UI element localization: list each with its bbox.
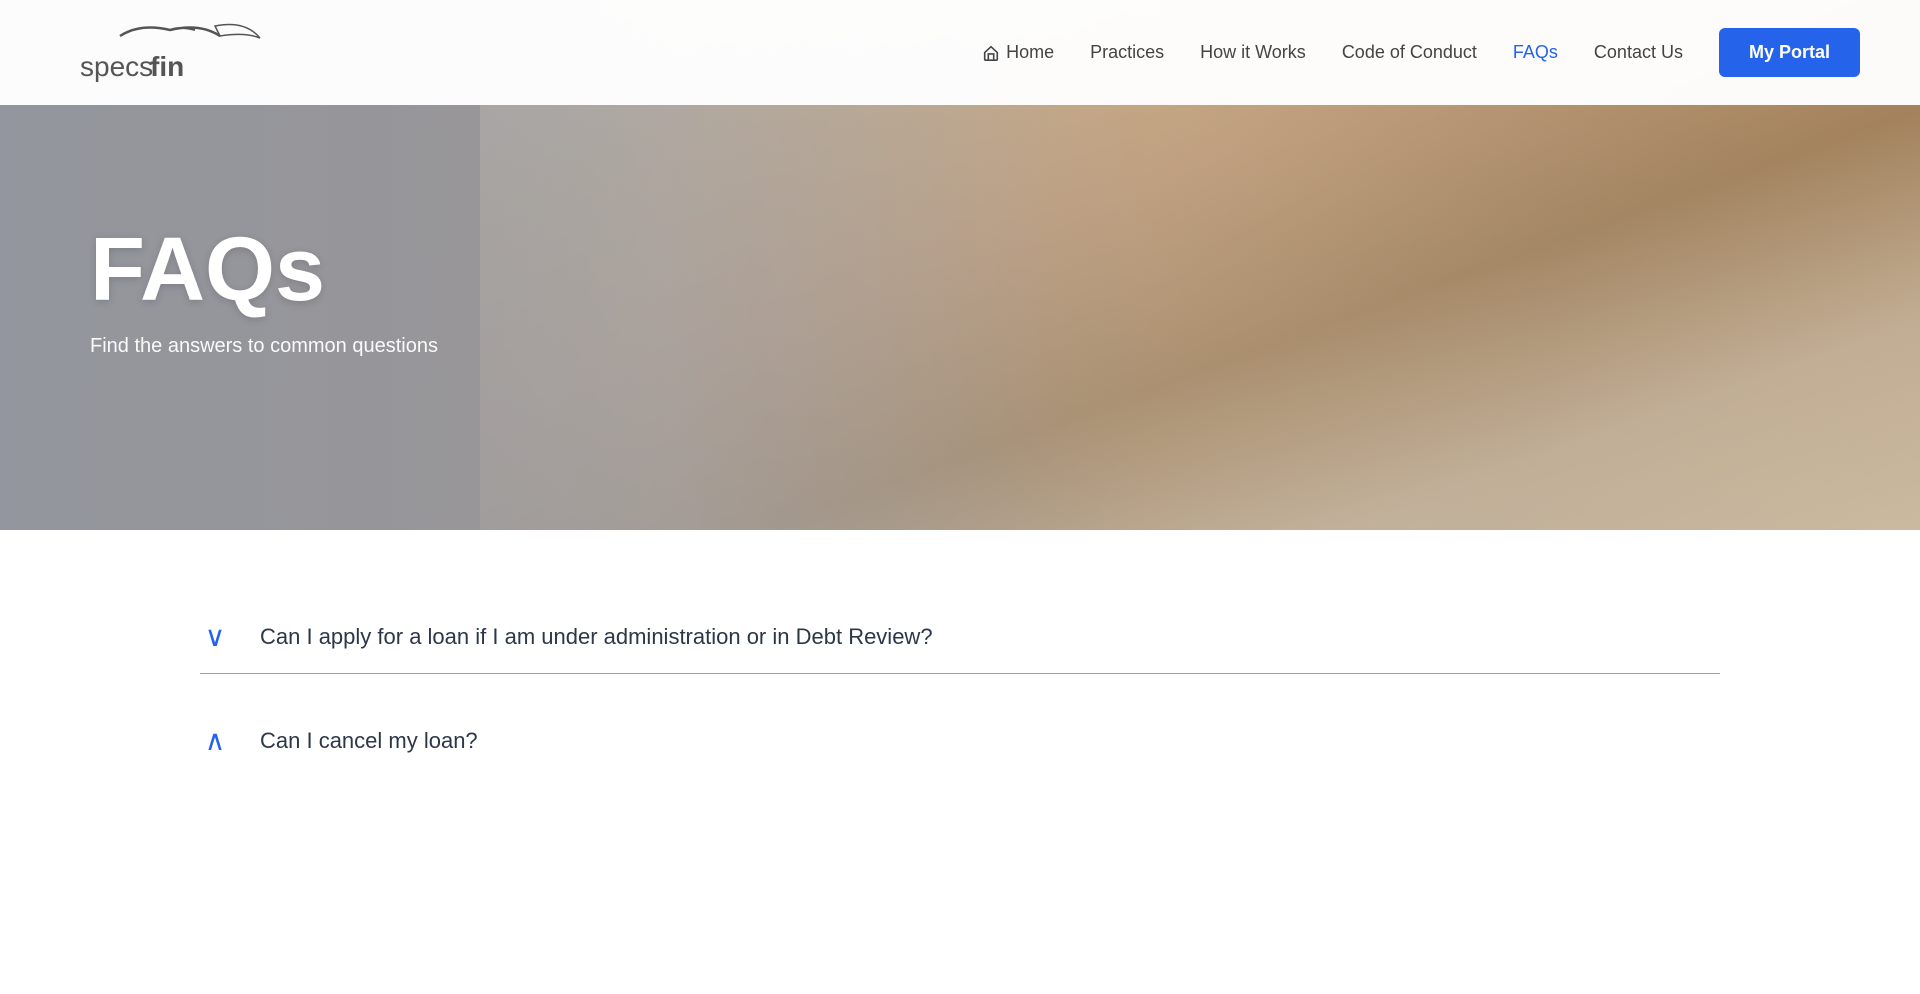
nav-link-practices[interactable]: Practices	[1090, 42, 1164, 62]
nav-item-contact-us[interactable]: Contact Us	[1594, 42, 1683, 63]
nav-item-code-of-conduct[interactable]: Code of Conduct	[1342, 42, 1477, 63]
my-portal-button[interactable]: My Portal	[1719, 28, 1860, 77]
nav-link-faqs[interactable]: FAQs	[1513, 42, 1558, 62]
nav-link-contact-us[interactable]: Contact Us	[1594, 42, 1683, 62]
faq-item-2: ∧ Can I cancel my loan?	[200, 694, 1720, 767]
nav-item-portal[interactable]: My Portal	[1719, 28, 1860, 77]
faq-item-1: ∨ Can I apply for a loan if I am under a…	[200, 590, 1720, 694]
faq-chevron-1: ∨	[200, 620, 230, 653]
nav-link-home[interactable]: Home	[982, 42, 1054, 63]
nav-link-how-it-works[interactable]: How it Works	[1200, 42, 1306, 62]
nav-link-code-of-conduct[interactable]: Code of Conduct	[1342, 42, 1477, 62]
faq-text-1: Can I apply for a loan if I am under adm…	[260, 624, 933, 650]
logo[interactable]: specs fin	[60, 18, 280, 88]
home-icon	[982, 44, 1000, 62]
nav-item-practices[interactable]: Practices	[1090, 42, 1164, 63]
svg-text:specs: specs	[80, 51, 153, 82]
faq-section: ∨ Can I apply for a loan if I am under a…	[0, 530, 1920, 807]
hero-content: FAQs Find the answers to common question…	[90, 225, 438, 358]
nav-links: Home Practices How it Works Code of Cond…	[982, 28, 1860, 77]
nav-item-faqs[interactable]: FAQs	[1513, 42, 1558, 63]
faq-text-2: Can I cancel my loan?	[260, 728, 478, 754]
faq-divider-1	[200, 673, 1720, 674]
nav-item-home[interactable]: Home	[982, 42, 1054, 63]
navbar: specs fin Home Practices How it Works	[0, 0, 1920, 105]
svg-text:fin: fin	[150, 51, 184, 82]
nav-item-how-it-works[interactable]: How it Works	[1200, 42, 1306, 63]
faq-chevron-2: ∧	[200, 724, 230, 757]
logo-svg: specs fin	[60, 18, 280, 88]
faq-question-2[interactable]: ∧ Can I cancel my loan?	[200, 724, 1720, 757]
faq-question-1[interactable]: ∨ Can I apply for a loan if I am under a…	[200, 620, 1720, 653]
hero-title: FAQs	[90, 225, 438, 315]
hero-subtitle: Find the answers to common questions	[90, 335, 438, 358]
